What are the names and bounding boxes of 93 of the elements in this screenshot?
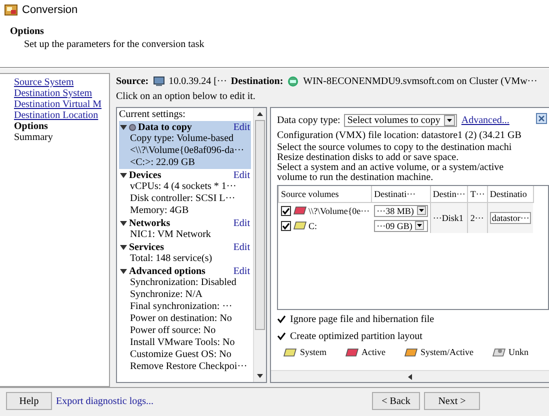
setting-value: Synchronization: Disabled (129, 277, 238, 289)
checkbox-label: Create optimized partition layout (290, 330, 422, 342)
instruction-text: volume to run the destination machine. (277, 173, 434, 183)
caret-icon (415, 221, 424, 230)
setting-value: Final synchronization: ··· (129, 301, 234, 313)
legend-label: System (300, 347, 327, 357)
section-title: Networks (129, 218, 172, 228)
scrollbar-thumb[interactable] (255, 120, 265, 330)
computer-icon (152, 76, 165, 86)
setting-value: <C:>: 22.09 GB (129, 157, 196, 169)
page-subtitle: Set up the parameters for the conversion task (23, 39, 206, 51)
page-title: Options (10, 26, 45, 38)
close-icon (536, 113, 547, 124)
horizontal-scrollbar[interactable] (271, 370, 549, 382)
instruction-text: Resize destination disks to add or save space. (277, 153, 460, 163)
setting-value: <\\?\Volume{0e8af096-da··· (129, 145, 246, 157)
size-dropdown[interactable]: ···38 MB) (374, 204, 428, 216)
setting-value: NIC1: VM Network (129, 229, 212, 241)
setting-value: Memory: 4GB (129, 205, 190, 217)
caret-icon[interactable] (120, 268, 127, 274)
edit-link[interactable]: Edit (233, 242, 250, 252)
next-button[interactable]: Next > (424, 392, 480, 410)
settings-section[interactable]: Networks Edit NIC1: VM Network (119, 217, 251, 241)
section-title: Data to copy (138, 122, 193, 132)
setting-value: Customize Guest OS: No (129, 349, 232, 361)
data-copy-type-dropdown[interactable]: Select volumes to copy (344, 114, 458, 126)
destination-label: Destination: (230, 76, 284, 86)
legend-label: System/Active (420, 347, 474, 357)
edit-link[interactable]: Edit (233, 266, 250, 276)
setting-value: Copy type: Volume-based (129, 133, 235, 145)
checkbox[interactable] (280, 206, 290, 216)
vertical-scrollbar[interactable] (253, 108, 266, 382)
checkbox-label: Ignore page file and hibernation file (290, 314, 434, 324)
datastore-field[interactable]: datastor··· (490, 212, 532, 224)
column-header[interactable]: Destinati··· (372, 186, 430, 202)
section-title: Services (129, 242, 165, 252)
setting-value: vCPUs: 4 (4 sockets * 1··· (129, 181, 238, 193)
table-cell: 2··· (468, 202, 488, 233)
section-title: Advanced options (129, 266, 206, 276)
volume-name: \\?\Volume{0e··· (308, 206, 370, 216)
edit-link[interactable]: Edit (233, 170, 250, 180)
settings-heading: Current settings: (119, 109, 186, 121)
source-value: 10.0.39.24 [··· (168, 76, 227, 86)
edit-link[interactable]: Edit (233, 218, 250, 228)
export-logs-link[interactable]: Export diagnostic logs... (56, 396, 154, 406)
wizard-step: Options (14, 121, 109, 132)
window-title: Conversion (22, 4, 78, 16)
volume-name: C: (308, 220, 318, 230)
settings-section[interactable]: Services Edit Total: 148 service(s) (119, 241, 251, 265)
setting-value: Synchronize: N/A (129, 289, 204, 301)
app-icon (4, 3, 18, 17)
table-cell: ···Disk1 (430, 202, 468, 233)
checkbox[interactable] (277, 314, 286, 324)
setting-value: Install VMware Tools: No (129, 337, 236, 349)
advanced-link[interactable]: Advanced... (461, 114, 510, 126)
drive-icon (492, 347, 506, 357)
wizard-step[interactable]: Destination Virtual M (14, 99, 109, 110)
wizard-step[interactable]: Source System (14, 77, 109, 88)
wizard-step: Summary (14, 132, 109, 143)
instruction-text: Click on an option below to edit it. (116, 90, 256, 104)
wizard-step[interactable]: Destination Location (14, 110, 109, 121)
edit-link[interactable]: Edit (233, 122, 250, 132)
disc-icon (129, 124, 136, 130)
legend-label: Unkn (508, 347, 529, 357)
setting-value: Disk controller: SCSI L··· (129, 193, 236, 205)
destination-value: WIN-8ECONENMDU9.svmsoft.com on Cluster (VMw··· (303, 76, 538, 86)
caret-icon (416, 206, 426, 215)
legend-label: Active (362, 347, 386, 357)
caret-icon[interactable] (120, 172, 127, 178)
checkbox[interactable] (277, 332, 286, 340)
setting-value: Remove Restore Checkpoi··· (129, 361, 248, 373)
setting-value: Power off source: No (129, 325, 217, 337)
caret-icon (444, 114, 456, 126)
column-header[interactable]: Source volumes (278, 186, 372, 202)
data-copy-type-label: Data copy type: (277, 114, 340, 126)
help-button[interactable]: Help (6, 392, 52, 410)
caret-icon[interactable] (120, 244, 127, 250)
instruction-text: Select a system and an active volume, or a system/active (277, 163, 505, 173)
setting-value: Power on destination: No (129, 313, 233, 325)
back-button[interactable]: < Back (372, 392, 420, 410)
settings-section[interactable]: Data to copy Edit Copy type: Volume-based <\\?\Volume{0e8af096-da··· <C:>: 22.09 GB (119, 121, 251, 169)
settings-section[interactable]: Devices Edit vCPUs: 4 (4 sockets * 1··· Disk controller: SCSI L··· Memory: 4GB (119, 169, 251, 217)
section-title: Devices (129, 170, 162, 180)
instruction-text: Select the source volumes to copy to the destination machi (277, 143, 513, 153)
wizard-step[interactable]: Destination System (14, 88, 109, 99)
source-label: Source: (116, 76, 149, 86)
setting-value: Total: 148 service(s) (129, 253, 214, 265)
size-dropdown[interactable]: ···09 GB) (374, 220, 428, 232)
settings-section[interactable] (119, 265, 251, 373)
config-location-text: Configuration (VMX) file location: datastore1 (2) (34.21 GB (277, 131, 522, 141)
caret-icon[interactable] (120, 124, 127, 130)
caret-icon[interactable] (120, 220, 127, 226)
checkbox[interactable] (280, 220, 290, 230)
